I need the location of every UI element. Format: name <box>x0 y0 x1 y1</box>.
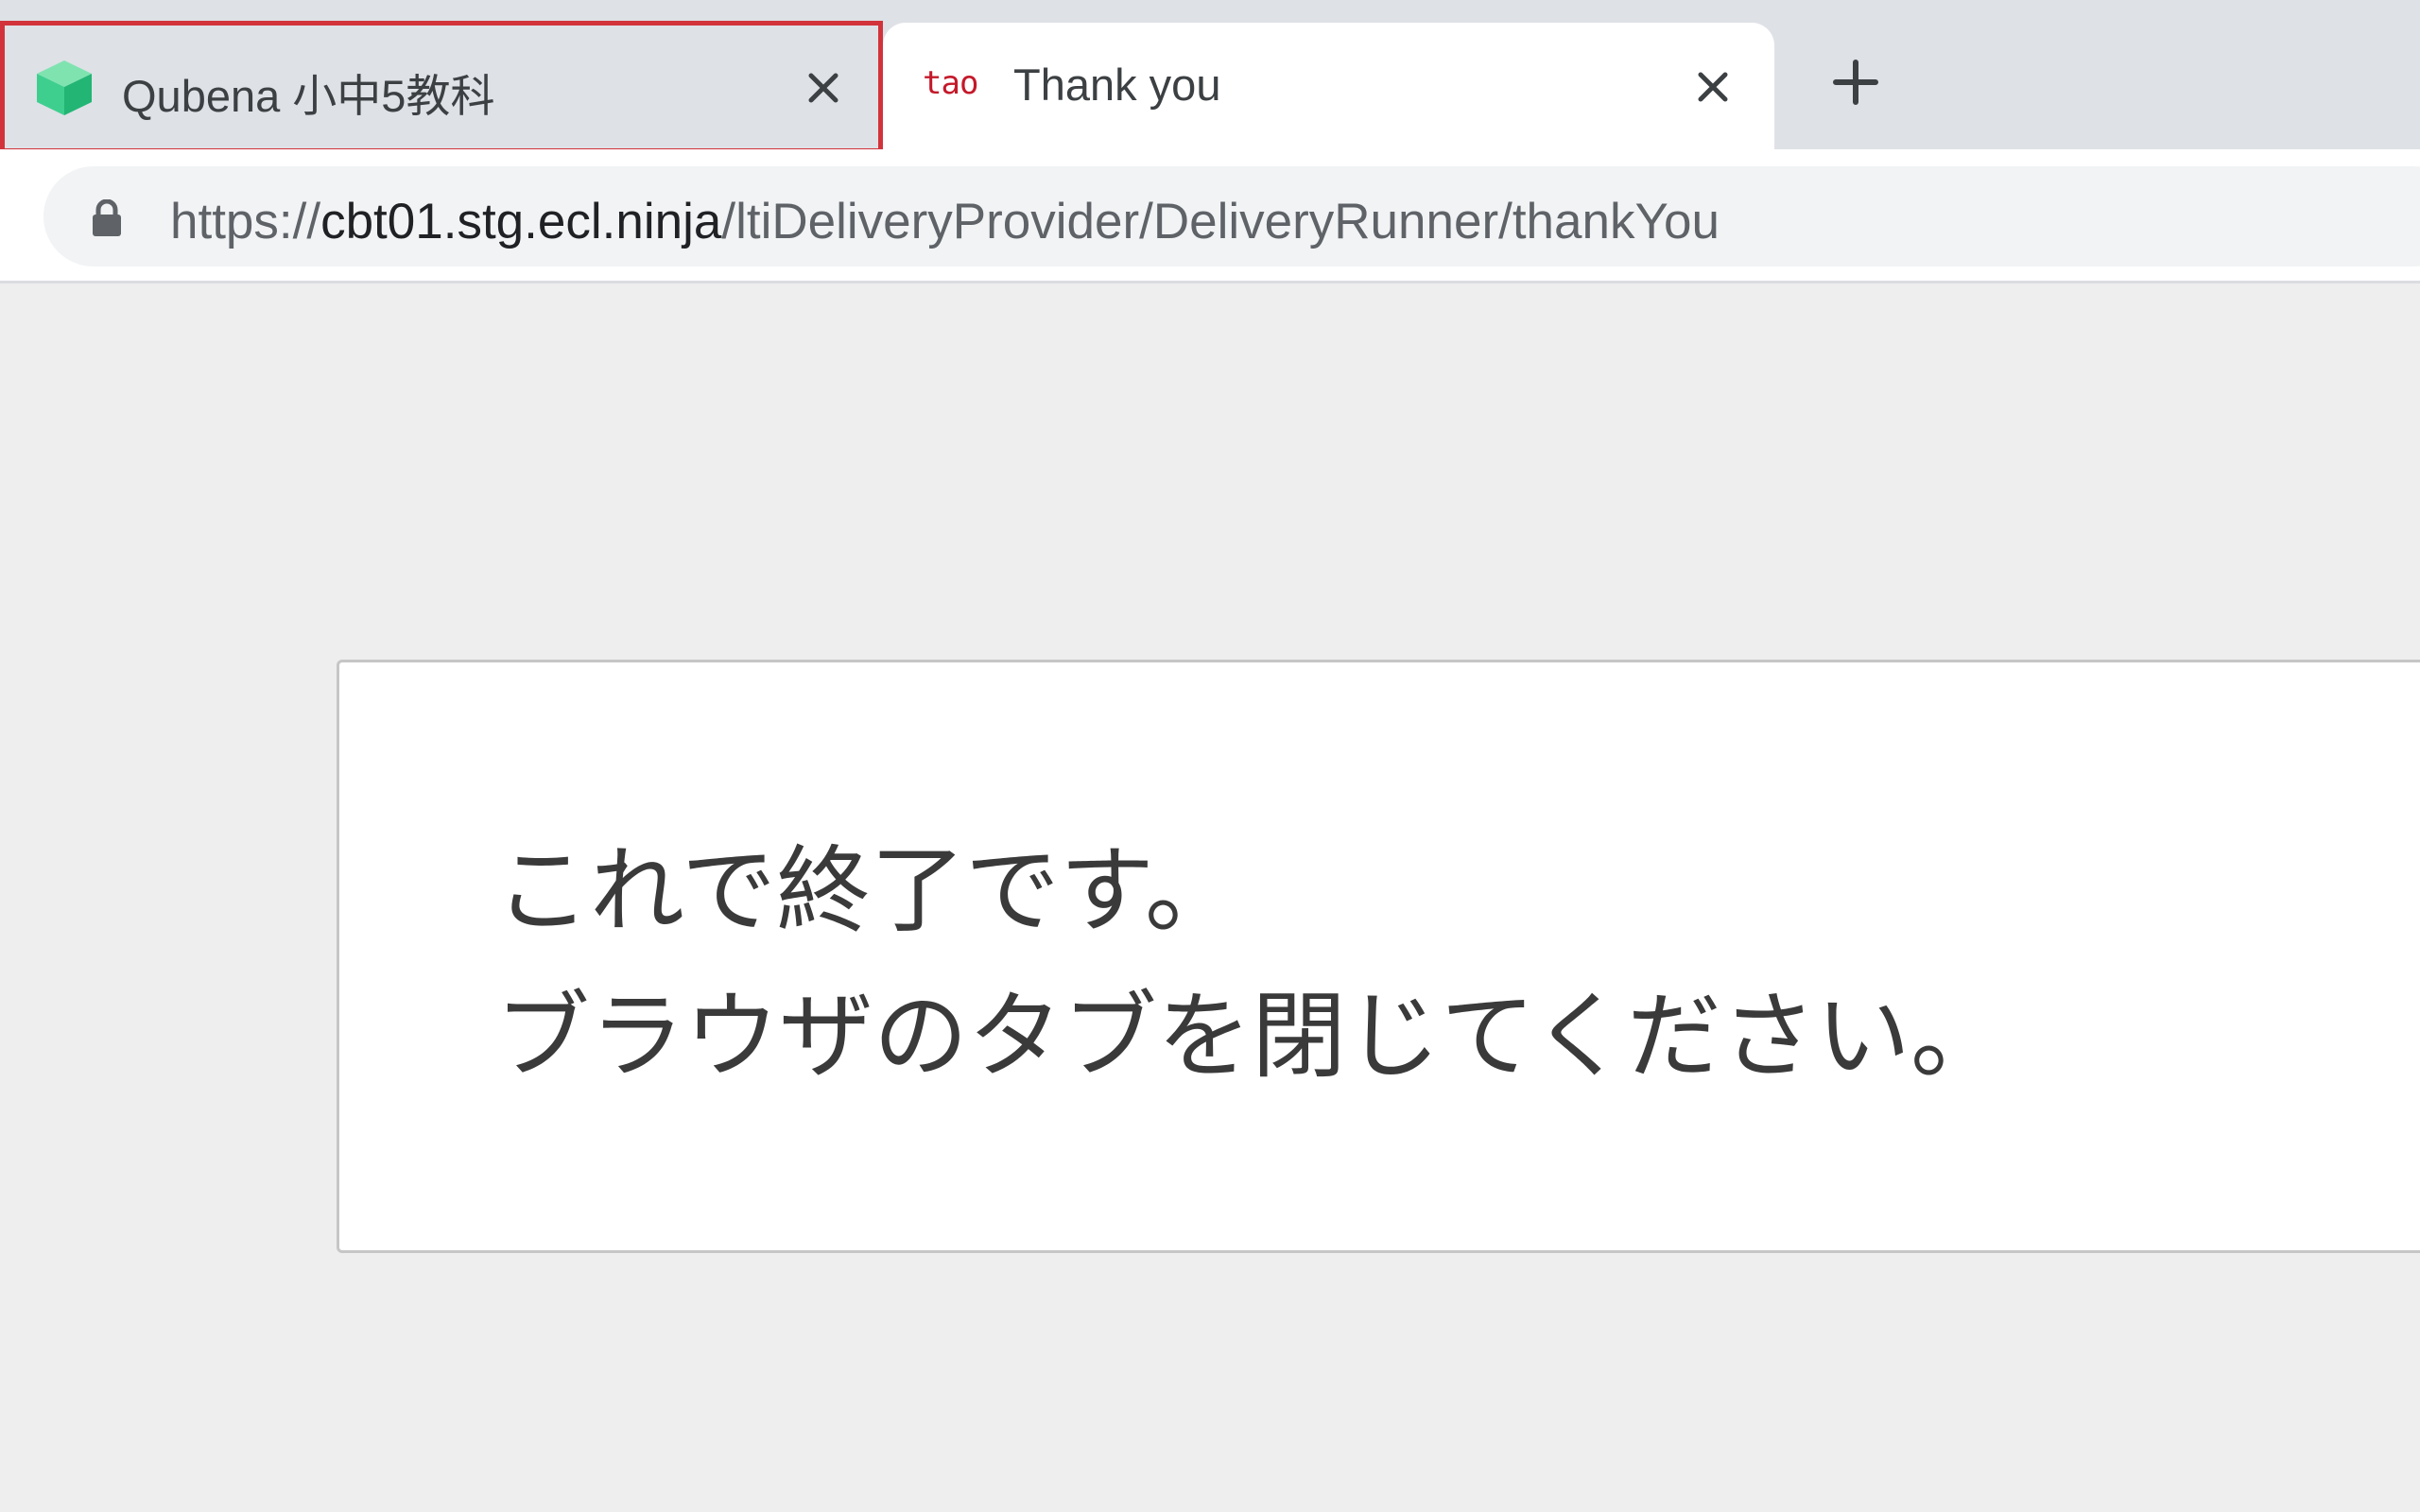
tab-thank-you[interactable]: tao Thank you <box>883 23 1774 149</box>
message-line-1: これで終了です。 <box>495 835 1239 946</box>
close-icon <box>808 73 838 103</box>
new-tab-button[interactable] <box>1825 52 1886 112</box>
url-scheme: https:// <box>170 194 321 249</box>
qubena-cube-icon <box>37 60 92 115</box>
tab-strip: Qubena 小中5教科 tao Thank you <box>0 0 2420 153</box>
url-text[interactable]: https://cbt01.stg.ecl.ninja/ltiDeliveryP… <box>170 193 1720 250</box>
close-icon <box>1698 72 1728 102</box>
tab-qubena[interactable]: Qubena 小中5教科 <box>0 21 883 153</box>
close-tab-button[interactable] <box>1685 59 1741 115</box>
plus-icon <box>1833 60 1878 105</box>
address-bar[interactable]: https://cbt01.stg.ecl.ninja/ltiDeliveryP… <box>43 166 2420 266</box>
browser-toolbar: https://cbt01.stg.ecl.ninja/ltiDeliveryP… <box>0 149 2420 284</box>
close-tab-button[interactable] <box>795 60 852 116</box>
completion-message: これで終了です。 ブラウザのタブを閉じてください。 <box>495 818 2005 1109</box>
lock-icon[interactable] <box>91 199 123 237</box>
page-content: これで終了です。 ブラウザのタブを閉じてください。 <box>0 284 2420 1512</box>
thank-you-panel: これで終了です。 ブラウザのタブを閉じてください。 <box>337 660 2420 1253</box>
url-path: /ltiDeliveryProvider/DeliveryRunner/than… <box>721 194 1720 249</box>
tab-title: Thank you <box>1013 60 1221 110</box>
message-line-2: ブラウザのタブを閉じてください。 <box>495 981 2005 1091</box>
url-host: cbt01.stg.ecl.ninja <box>320 194 722 249</box>
tao-logo-icon: tao <box>923 64 978 102</box>
tab-title: Qubena 小中5教科 <box>122 71 495 121</box>
